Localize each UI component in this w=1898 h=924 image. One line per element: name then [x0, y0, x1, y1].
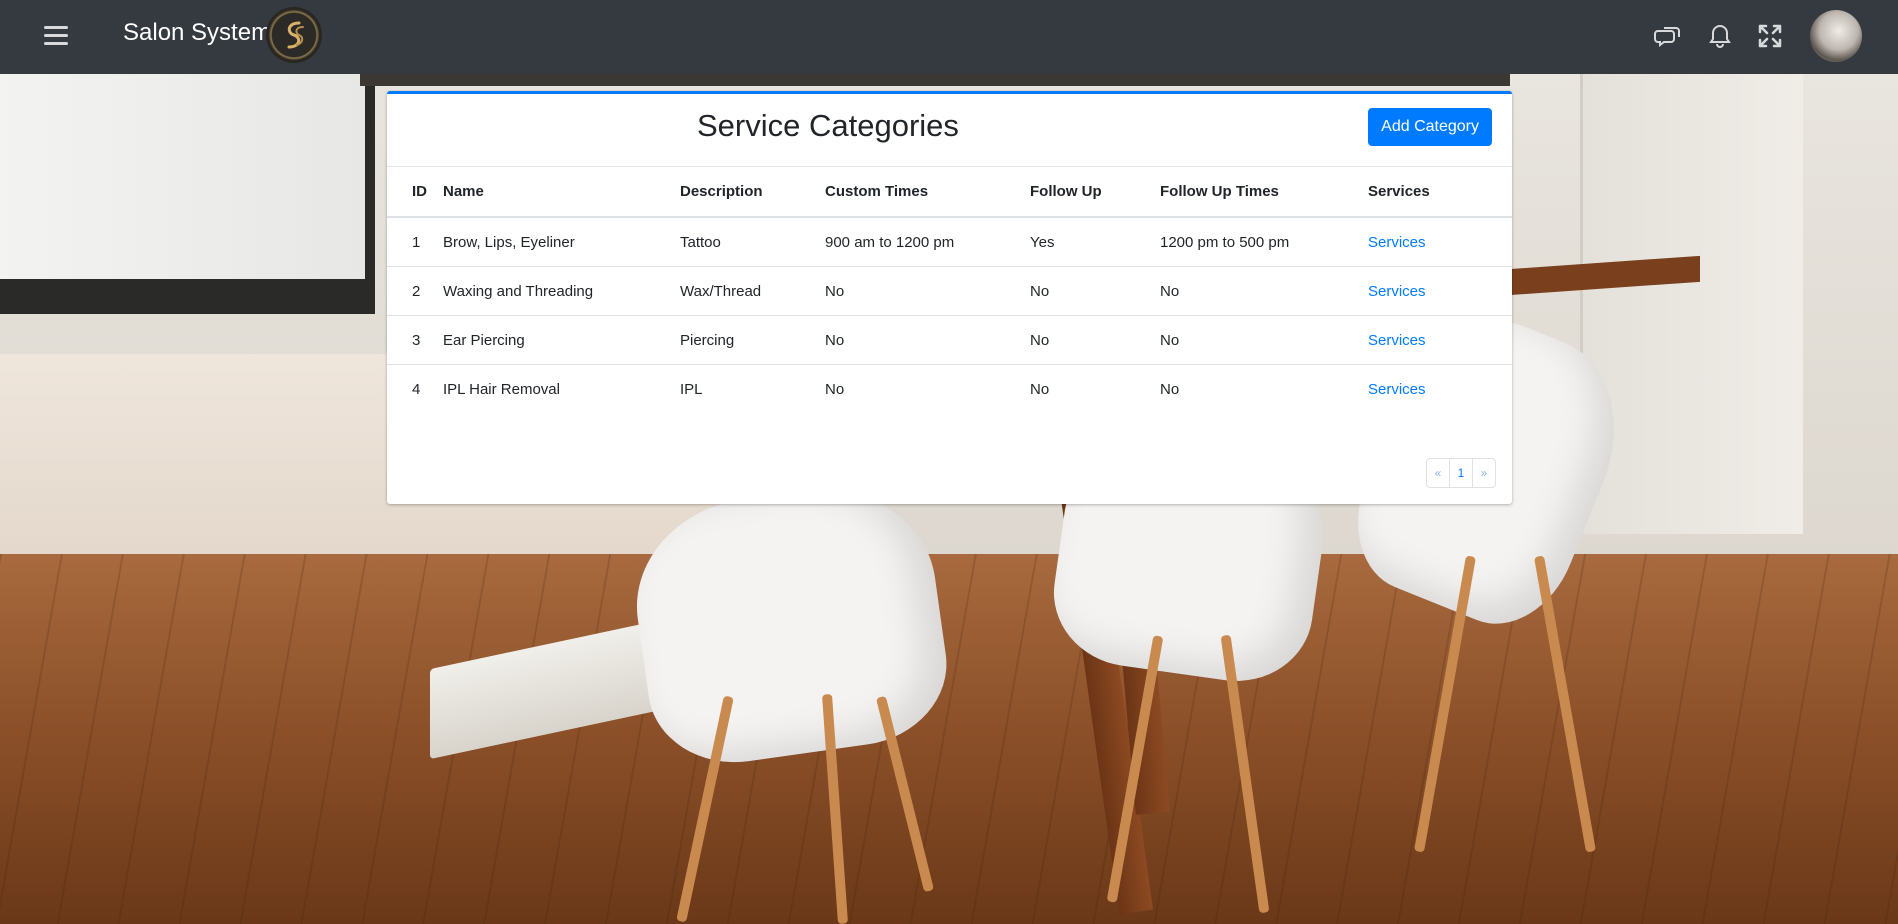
services-link[interactable]: Services	[1368, 381, 1426, 398]
header-id[interactable]: ID	[387, 167, 443, 218]
table-row: 2 Waxing and Threading Wax/Thread No No …	[387, 266, 1512, 316]
services-link[interactable]: Services	[1368, 234, 1426, 251]
cell-custom-times: No	[825, 315, 1030, 365]
table-header-row: ID Name Description Custom Times Follow …	[387, 167, 1512, 218]
cell-follow-up: No	[1030, 266, 1160, 316]
cell-follow-up-times: No	[1160, 380, 1180, 398]
header-follow-up-times[interactable]: Follow Up Times	[1160, 167, 1368, 218]
add-category-button[interactable]: Add Category	[1368, 108, 1492, 146]
header-custom-times[interactable]: Custom Times	[825, 167, 1030, 218]
cell-follow-up: No	[1030, 315, 1160, 365]
services-link[interactable]: Services	[1368, 332, 1426, 349]
pagination-page[interactable]: 1	[1450, 459, 1473, 487]
cell-name: IPL Hair Removal	[443, 380, 560, 398]
cell-follow-up-times: 1200 pm to 500 pm	[1160, 217, 1368, 267]
cell-follow-up: Yes	[1030, 217, 1160, 267]
header-name[interactable]: Name	[443, 167, 680, 218]
service-categories-card: Service Categories Add Category ID Name …	[387, 91, 1512, 504]
services-link[interactable]: Services	[1368, 283, 1426, 300]
cell-id: 1	[387, 217, 443, 267]
cell-name: Brow, Lips, Eyeliner	[443, 217, 680, 267]
header-services[interactable]: Services	[1368, 167, 1512, 218]
bell-icon[interactable]	[1706, 22, 1734, 50]
cell-custom-times: No	[825, 266, 1030, 316]
cell-follow-up: No	[1030, 380, 1050, 398]
card-header: Service Categories Add Category	[387, 94, 1512, 167]
cell-description: Tattoo	[680, 217, 825, 267]
cell-description: Wax/Thread	[680, 266, 825, 316]
page-title: Service Categories	[697, 108, 959, 143]
cell-follow-up-times: No	[1160, 266, 1368, 316]
cell-custom-times: No	[825, 380, 845, 398]
cell-name: Waxing and Threading	[443, 266, 680, 316]
categories-table: ID Name Description Custom Times Follow …	[387, 167, 1512, 413]
header-description[interactable]: Description	[680, 167, 825, 218]
logo-mark-icon	[287, 21, 304, 49]
table-row: 1 Brow, Lips, Eyeliner Tattoo 900 am to …	[387, 217, 1512, 267]
top-navbar: Salon System	[0, 0, 1898, 74]
table-row: 4 IPL Hair Removal IPL No No No Services	[387, 365, 1512, 414]
pagination-prev[interactable]: «	[1427, 459, 1450, 487]
pagination-next[interactable]: »	[1473, 459, 1495, 487]
cell-services: Services	[1368, 266, 1512, 316]
pagination: « 1 »	[1426, 458, 1496, 488]
cell-custom-times: 900 am to 1200 pm	[825, 217, 1030, 267]
cell-description: Piercing	[680, 315, 825, 365]
chat-icon[interactable]	[1654, 22, 1682, 50]
brand-title[interactable]: Salon System	[123, 18, 271, 48]
cell-id: 2	[387, 266, 443, 316]
cell-follow-up-times: No	[1160, 315, 1368, 365]
cell-name: Ear Piercing	[443, 315, 680, 365]
user-avatar[interactable]	[1810, 10, 1862, 62]
cell-services: Services	[1368, 217, 1512, 267]
cell-id: 4	[412, 380, 421, 398]
brand-logo	[266, 7, 322, 63]
cell-id: 3	[387, 315, 443, 365]
cell-description: IPL	[680, 380, 703, 398]
header-follow-up[interactable]: Follow Up	[1030, 167, 1160, 218]
cell-services: Services	[1368, 315, 1512, 365]
expand-icon[interactable]	[1756, 22, 1784, 50]
table-row: 3 Ear Piercing Piercing No No No Service…	[387, 315, 1512, 365]
cell-services: Services	[1368, 365, 1512, 414]
menu-icon[interactable]	[44, 26, 68, 46]
